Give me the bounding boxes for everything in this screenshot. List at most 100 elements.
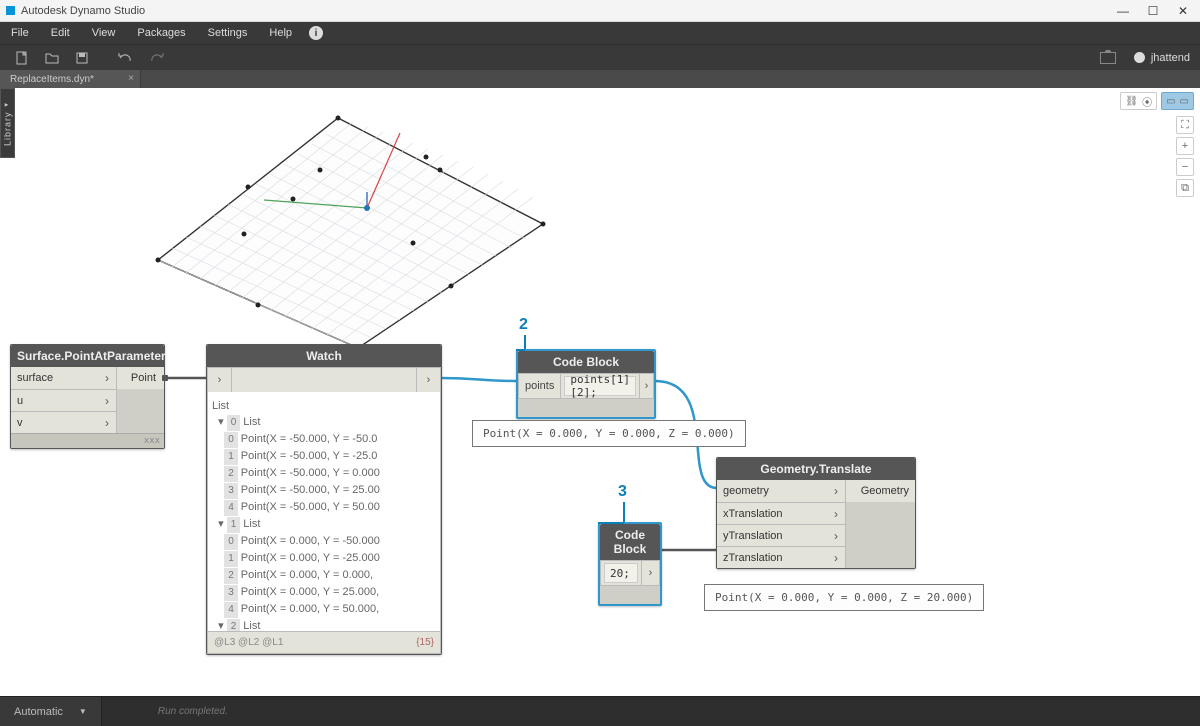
node-title: Code Block: [518, 351, 654, 373]
port-connector-icon[interactable]: [162, 375, 168, 381]
codeblock-output-port[interactable]: ›: [639, 374, 653, 398]
node-title: Watch: [207, 345, 441, 367]
port-label: zTranslation: [717, 552, 827, 564]
undo-icon[interactable]: [114, 48, 138, 68]
graph-canvas[interactable]: ⛓ ⦿ ▭ ▭ ⛶ + − ⧉ Surface.PointAtParameter…: [0, 88, 1200, 696]
open-file-icon[interactable]: [40, 48, 64, 68]
node-footer: xxx: [11, 433, 164, 448]
output-port-geometry[interactable]: Geometry: [846, 480, 915, 502]
codeblock-input-port[interactable]: points: [519, 374, 561, 398]
watch-input-port[interactable]: ›: [208, 368, 232, 392]
menu-help[interactable]: Help: [258, 27, 303, 39]
input-port-surface[interactable]: surface›: [11, 367, 116, 389]
chevron-right-icon: ›: [98, 416, 116, 430]
port-label: v: [11, 417, 98, 429]
callout-3-line-h: [598, 522, 624, 524]
avatar-icon: [1134, 52, 1145, 63]
codeblock-code[interactable]: 20;: [604, 563, 638, 583]
geometry-preview: [128, 100, 568, 365]
redo-icon[interactable]: [144, 48, 168, 68]
callout-3: 3: [618, 483, 627, 501]
viewport-toolbar: ⛓ ⦿ ▭ ▭: [1120, 92, 1194, 110]
watch-levels: @L3 @L2 @L1: [214, 637, 283, 648]
window-minimize-button[interactable]: —: [1108, 4, 1138, 18]
output-port-point[interactable]: Point: [117, 367, 164, 389]
menu-settings[interactable]: Settings: [197, 27, 259, 39]
run-mode-selector[interactable]: Automatic ▼: [0, 697, 102, 726]
document-tab-label: ReplaceItems.dyn*: [10, 74, 94, 85]
run-mode-label: Automatic: [14, 706, 63, 718]
document-tab-strip: ReplaceItems.dyn* ×: [0, 70, 1200, 88]
vp-link-icon: ⛓: [1125, 96, 1138, 107]
port-label: surface: [11, 372, 98, 384]
input-port-ztranslation[interactable]: zTranslation›: [717, 546, 845, 568]
menu-bar: File Edit View Packages Settings Help i: [0, 22, 1200, 44]
watch-output-list[interactable]: List ▾ 0List 0Point(X = -50.000, Y = -50…: [207, 392, 441, 632]
menu-file[interactable]: File: [0, 27, 40, 39]
input-port-xtranslation[interactable]: xTranslation›: [717, 502, 845, 524]
window-close-button[interactable]: ✕: [1168, 4, 1198, 18]
chevron-right-icon: ›: [98, 394, 116, 408]
node-watch[interactable]: Watch › › List ▾ 0List 0Point(X = -50.00…: [206, 344, 442, 655]
new-file-icon[interactable]: [10, 48, 34, 68]
watch-output-port[interactable]: ›: [416, 368, 440, 392]
callout-2-line-h: [516, 349, 525, 351]
status-bar: Automatic ▼ Run completed.: [0, 696, 1200, 726]
node-title: Geometry.Translate: [717, 458, 915, 480]
user-name: jhattend: [1151, 52, 1190, 64]
main-toolbar: jhattend: [0, 44, 1200, 70]
node-geometry-translate[interactable]: Geometry.Translate geometry› xTranslatio…: [716, 457, 916, 569]
callout-2: 2: [519, 316, 528, 334]
node-code-block-points[interactable]: Code Block points points[1][2]; ›: [516, 349, 656, 419]
save-file-icon[interactable]: [70, 48, 94, 68]
close-tab-icon[interactable]: ×: [128, 73, 134, 84]
vp-view-mode-group[interactable]: ▭ ▭: [1161, 92, 1194, 110]
input-port-ytranslation[interactable]: yTranslation›: [717, 524, 845, 546]
user-area[interactable]: jhattend: [1134, 52, 1190, 64]
node-title: Code Block: [600, 524, 660, 560]
port-label: Geometry: [855, 485, 915, 497]
document-tab[interactable]: ReplaceItems.dyn* ×: [0, 70, 141, 88]
app-logo-icon: [6, 6, 15, 15]
chevron-right-icon: ›: [827, 507, 845, 521]
menu-packages[interactable]: Packages: [126, 27, 196, 39]
chevron-right-icon: ›: [98, 371, 116, 385]
codeblock-result-tooltip: Point(X = 0.000, Y = 0.000, Z = 0.000): [472, 420, 746, 447]
vp-target-icon: ⦿: [1142, 94, 1152, 109]
port-label: Point: [125, 372, 162, 384]
chevron-right-icon: ›: [827, 529, 845, 543]
screenshot-icon[interactable]: [1100, 52, 1116, 64]
library-panel-tab[interactable]: Library: [0, 88, 15, 158]
input-port-u[interactable]: u›: [11, 389, 116, 411]
input-port-v[interactable]: v›: [11, 411, 116, 433]
chevron-right-icon: ›: [827, 484, 845, 498]
input-port-geometry[interactable]: geometry›: [717, 480, 845, 502]
codeblock-code[interactable]: points[1][2];: [564, 376, 636, 396]
vp-fit-button[interactable]: ⛶: [1176, 116, 1194, 134]
port-label: xTranslation: [717, 508, 827, 520]
port-label: geometry: [717, 485, 827, 497]
vp-zoom-in-button[interactable]: +: [1176, 137, 1194, 155]
vp-display-mode-group[interactable]: ⛓ ⦿: [1120, 92, 1157, 110]
node-surface-point-at-parameter[interactable]: Surface.PointAtParameter surface› u› v› …: [10, 344, 165, 449]
port-label: yTranslation: [717, 530, 827, 542]
vp-mode-a-icon: ▭: [1166, 96, 1175, 107]
window-maximize-button[interactable]: ☐: [1138, 4, 1168, 18]
callout-2-line: [524, 335, 526, 349]
codeblock-output-port[interactable]: ›: [641, 561, 659, 585]
chevron-right-icon: ›: [827, 551, 845, 565]
node-title: Surface.PointAtParameter: [11, 345, 164, 367]
vp-zoom-out-button[interactable]: −: [1176, 158, 1194, 176]
app-title: Autodesk Dynamo Studio: [21, 5, 145, 17]
callout-3-line: [623, 502, 625, 522]
menu-edit[interactable]: Edit: [40, 27, 81, 39]
translate-result-tooltip: Point(X = 0.000, Y = 0.000, Z = 20.000): [704, 584, 984, 611]
chevron-down-icon: ▼: [79, 707, 87, 716]
watch-footer: @L3 @L2 @L1 {15}: [207, 632, 441, 654]
info-icon[interactable]: i: [309, 26, 323, 40]
menu-view[interactable]: View: [81, 27, 127, 39]
vp-mode-b-icon: ▭: [1180, 96, 1189, 107]
node-code-block-20[interactable]: Code Block 20; ›: [598, 522, 662, 606]
vp-extra-button[interactable]: ⧉: [1176, 179, 1194, 197]
title-bar: Autodesk Dynamo Studio — ☐ ✕: [0, 0, 1200, 22]
